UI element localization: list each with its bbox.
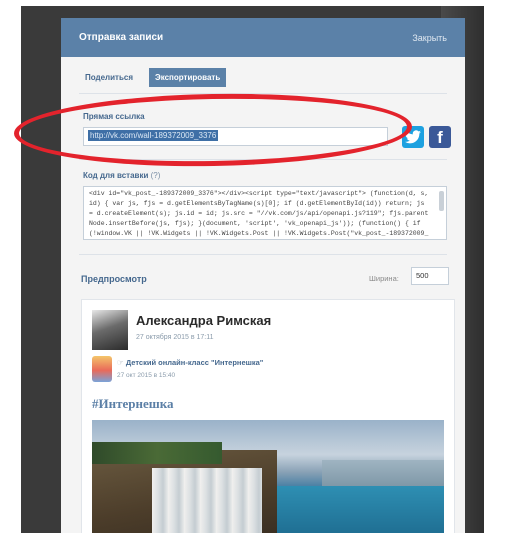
share-post-modal: Отправка записи Закрыть Поделиться Экспо… [61, 18, 465, 533]
preview-label: Предпросмотр [81, 274, 147, 284]
facebook-share-button[interactable]: f [429, 126, 451, 148]
share-tabs: Поделиться Экспортировать [79, 68, 227, 87]
close-button[interactable]: Закрыть [412, 33, 447, 43]
direct-link-label: Прямая ссылка [83, 112, 145, 121]
embed-code-text: <div id="vk_post_-189372009_3376"></div>… [89, 190, 429, 237]
photo-sea [277, 486, 444, 533]
facebook-icon: f [437, 128, 443, 147]
embed-code-title: Код для вставки [83, 171, 149, 180]
author-avatar[interactable] [92, 310, 128, 350]
photo-waterfall [152, 468, 262, 533]
tab-export[interactable]: Экспортировать [149, 68, 227, 87]
tab-share[interactable]: Поделиться [79, 68, 139, 87]
post-date[interactable]: 27 октября 2015 в 17:11 [136, 334, 214, 341]
post-author[interactable]: Александра Римская [136, 313, 271, 328]
embed-code-label: Код для вставки (?) [83, 171, 160, 180]
modal-title: Отправка записи [79, 32, 164, 43]
repost-date[interactable]: 27 окт 2015 в 15:40 [117, 372, 175, 379]
divider [79, 159, 447, 160]
code-scrollbar[interactable] [439, 191, 444, 211]
post-preview-card: Александра Римская 27 октября 2015 в 17:… [81, 299, 455, 533]
twitter-icon [405, 130, 421, 144]
direct-link-input[interactable]: http://vk.com/wall-189372009_3376 [83, 127, 388, 146]
width-input[interactable]: 500 [411, 267, 449, 285]
repost-arrow-icon: ☞ [117, 358, 124, 367]
photo-shore [322, 460, 444, 486]
divider [79, 254, 447, 255]
post-photo[interactable] [92, 420, 444, 533]
direct-link-value: http://vk.com/wall-189372009_3376 [88, 130, 219, 141]
photo-trees [92, 442, 222, 464]
repost-group-name: Детский онлайн-клаcс "Интернешка" [125, 358, 264, 367]
group-avatar[interactable] [92, 356, 112, 382]
width-label: Ширина: [369, 274, 399, 283]
embed-code-textarea[interactable]: <div id="vk_post_-189372009_3376"></div>… [83, 186, 447, 240]
divider [79, 93, 447, 94]
twitter-share-button[interactable] [402, 126, 424, 148]
repost-source[interactable]: ☞ Детский онлайн-клаcс "Интернешка" [117, 358, 263, 367]
embed-help-hint[interactable]: (?) [151, 171, 161, 180]
post-hashtag[interactable]: #Интернешка [92, 396, 174, 412]
modal-header: Отправка записи Закрыть [61, 18, 465, 57]
